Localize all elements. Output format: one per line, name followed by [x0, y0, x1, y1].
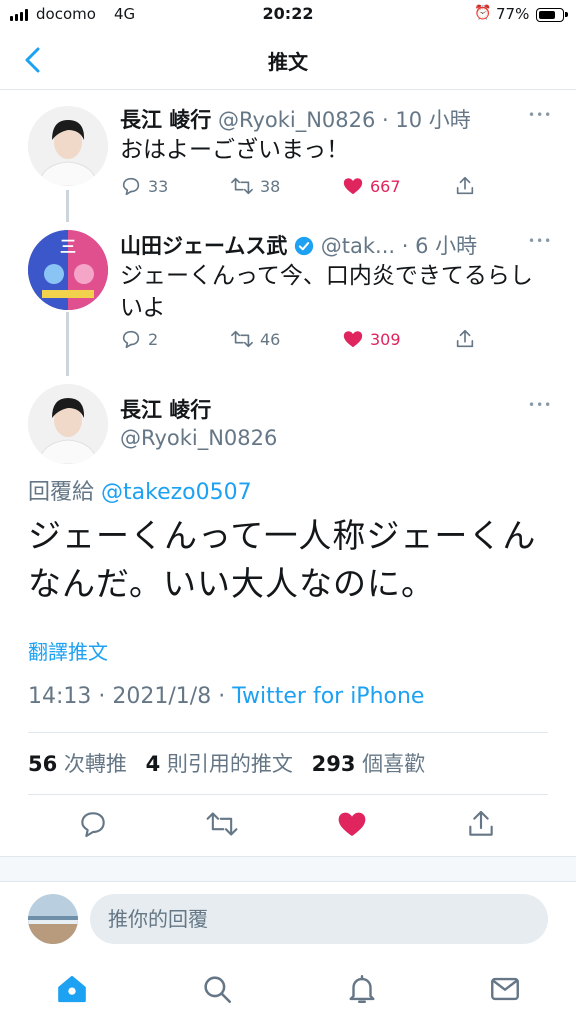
more-options-icon[interactable]	[528, 398, 552, 414]
reply-icon	[81, 812, 105, 838]
tweet-meta: 14:13 · 2021/1/8 · Twitter for iPhone	[28, 684, 425, 709]
share-button[interactable]	[454, 328, 476, 350]
focal-actions	[0, 808, 576, 844]
battery-icon	[536, 8, 568, 22]
share-icon	[456, 176, 474, 195]
alarm-icon: ⏰	[474, 5, 492, 21]
avatar[interactable]: 三	[28, 230, 108, 310]
avatar-logo-text: 三	[60, 237, 76, 256]
divider	[28, 732, 548, 733]
tweet-body: ジェーくんって一人称ジェーくんなんだ。いい大人なのに。	[28, 516, 537, 603]
heart-icon	[343, 331, 363, 348]
quotes-stat[interactable]: 4 則引用的推文	[146, 752, 293, 776]
author-handle: @Ryoki_N0826	[120, 426, 278, 450]
tab-notifications[interactable]	[345, 972, 379, 1006]
tweet-time: 14:13	[28, 684, 92, 709]
like-button[interactable]: 309	[342, 328, 401, 350]
share-icon	[469, 810, 493, 836]
like-button[interactable]	[336, 808, 368, 840]
reply-prefix: 回覆給	[28, 480, 95, 505]
status-bar: docomo 4G 20:22 ⏰ 77%	[0, 0, 576, 30]
search-icon	[204, 976, 232, 1004]
author-handle: @Ryoki_N0826	[218, 108, 376, 132]
tweet-date: 2021/1/8	[112, 684, 212, 709]
more-options-icon[interactable]	[528, 234, 552, 250]
tweet-time: 10 小時	[395, 108, 471, 132]
reply-mention-link[interactable]: @takezo0507	[101, 480, 252, 505]
thread-tweet-2[interactable]: 三 山田ジェームス武 @tak... · 6 小時 ジェーくんって今、口内炎でき…	[0, 220, 576, 376]
author-name[interactable]: 長江 崚行	[120, 108, 211, 132]
retweet-icon	[206, 812, 238, 836]
share-button[interactable]	[465, 808, 497, 840]
tweet-actions: 33 38 667	[120, 175, 536, 201]
thread-tweet-1[interactable]: 長江 崚行 @Ryoki_N0826 · 10 小時 おはよーございまっ！ 33…	[0, 90, 576, 222]
retweet-button[interactable]: 38	[230, 175, 280, 197]
tweet-time: 6 小時	[415, 234, 478, 258]
likes-stat[interactable]: 293 個喜歡	[312, 752, 426, 776]
battery-percent: 77%	[496, 5, 530, 23]
thread-line	[66, 312, 69, 376]
divider	[28, 794, 548, 795]
retweet-count: 38	[260, 176, 281, 196]
author-name[interactable]: 長江 崚行	[120, 398, 211, 422]
replying-to: 回覆給 @takezo0507	[28, 474, 252, 506]
tab-search[interactable]	[200, 972, 234, 1006]
my-avatar[interactable]	[28, 894, 78, 944]
focal-tweet: 長江 崚行 @Ryoki_N0826	[0, 370, 576, 470]
tweet-stats: 56 次轉推 4 則引用的推文 293 個喜歡	[28, 748, 437, 778]
tab-bar	[0, 958, 576, 1024]
reply-button[interactable]: 33	[120, 175, 168, 197]
retweet-button[interactable]: 46	[230, 328, 280, 350]
share-button[interactable]	[454, 175, 476, 197]
thread-line	[66, 190, 69, 222]
retweet-icon	[231, 177, 253, 195]
tweet-text: おはよーございまっ！	[120, 137, 350, 163]
retweets-stat[interactable]: 56 次轉推	[28, 752, 127, 776]
like-button[interactable]: 667	[342, 175, 401, 197]
tweet-text: ジェーくんって今、口内炎できてるらしいよ	[120, 263, 533, 321]
like-count: 309	[370, 329, 401, 349]
reply-count: 33	[148, 176, 169, 196]
reply-icon	[122, 330, 140, 349]
retweet-button[interactable]	[205, 808, 238, 840]
heart-icon	[343, 178, 363, 195]
author-name[interactable]: 山田ジェームス武	[120, 234, 287, 258]
verified-badge-icon	[294, 236, 314, 256]
tab-messages[interactable]	[488, 972, 522, 1006]
translate-tweet-link[interactable]: 翻譯推文	[28, 636, 108, 665]
reply-button[interactable]: 2	[120, 328, 158, 350]
like-count: 667	[370, 176, 401, 196]
avatar[interactable]	[28, 384, 108, 464]
heart-icon	[338, 812, 366, 836]
avatar[interactable]	[28, 106, 108, 186]
tweet-actions: 2 46 309	[120, 328, 536, 354]
reply-count: 2	[148, 329, 159, 349]
share-icon	[456, 329, 474, 348]
home-icon	[58, 975, 86, 1003]
reply-icon	[122, 177, 140, 196]
more-options-icon[interactable]	[528, 108, 552, 124]
retweet-icon	[231, 330, 253, 348]
reply-button[interactable]	[77, 808, 109, 840]
author-handle: @tak...	[320, 234, 396, 258]
section-separator	[0, 856, 576, 882]
retweet-count: 46	[260, 329, 281, 349]
page-title: 推文	[268, 50, 308, 74]
nav-bar: 推文	[0, 30, 576, 90]
reply-input[interactable]	[90, 894, 548, 944]
mail-icon	[491, 977, 519, 1001]
tweet-source-link[interactable]: Twitter for iPhone	[232, 684, 424, 709]
bell-icon	[349, 975, 375, 1003]
tab-home[interactable]	[55, 972, 89, 1006]
